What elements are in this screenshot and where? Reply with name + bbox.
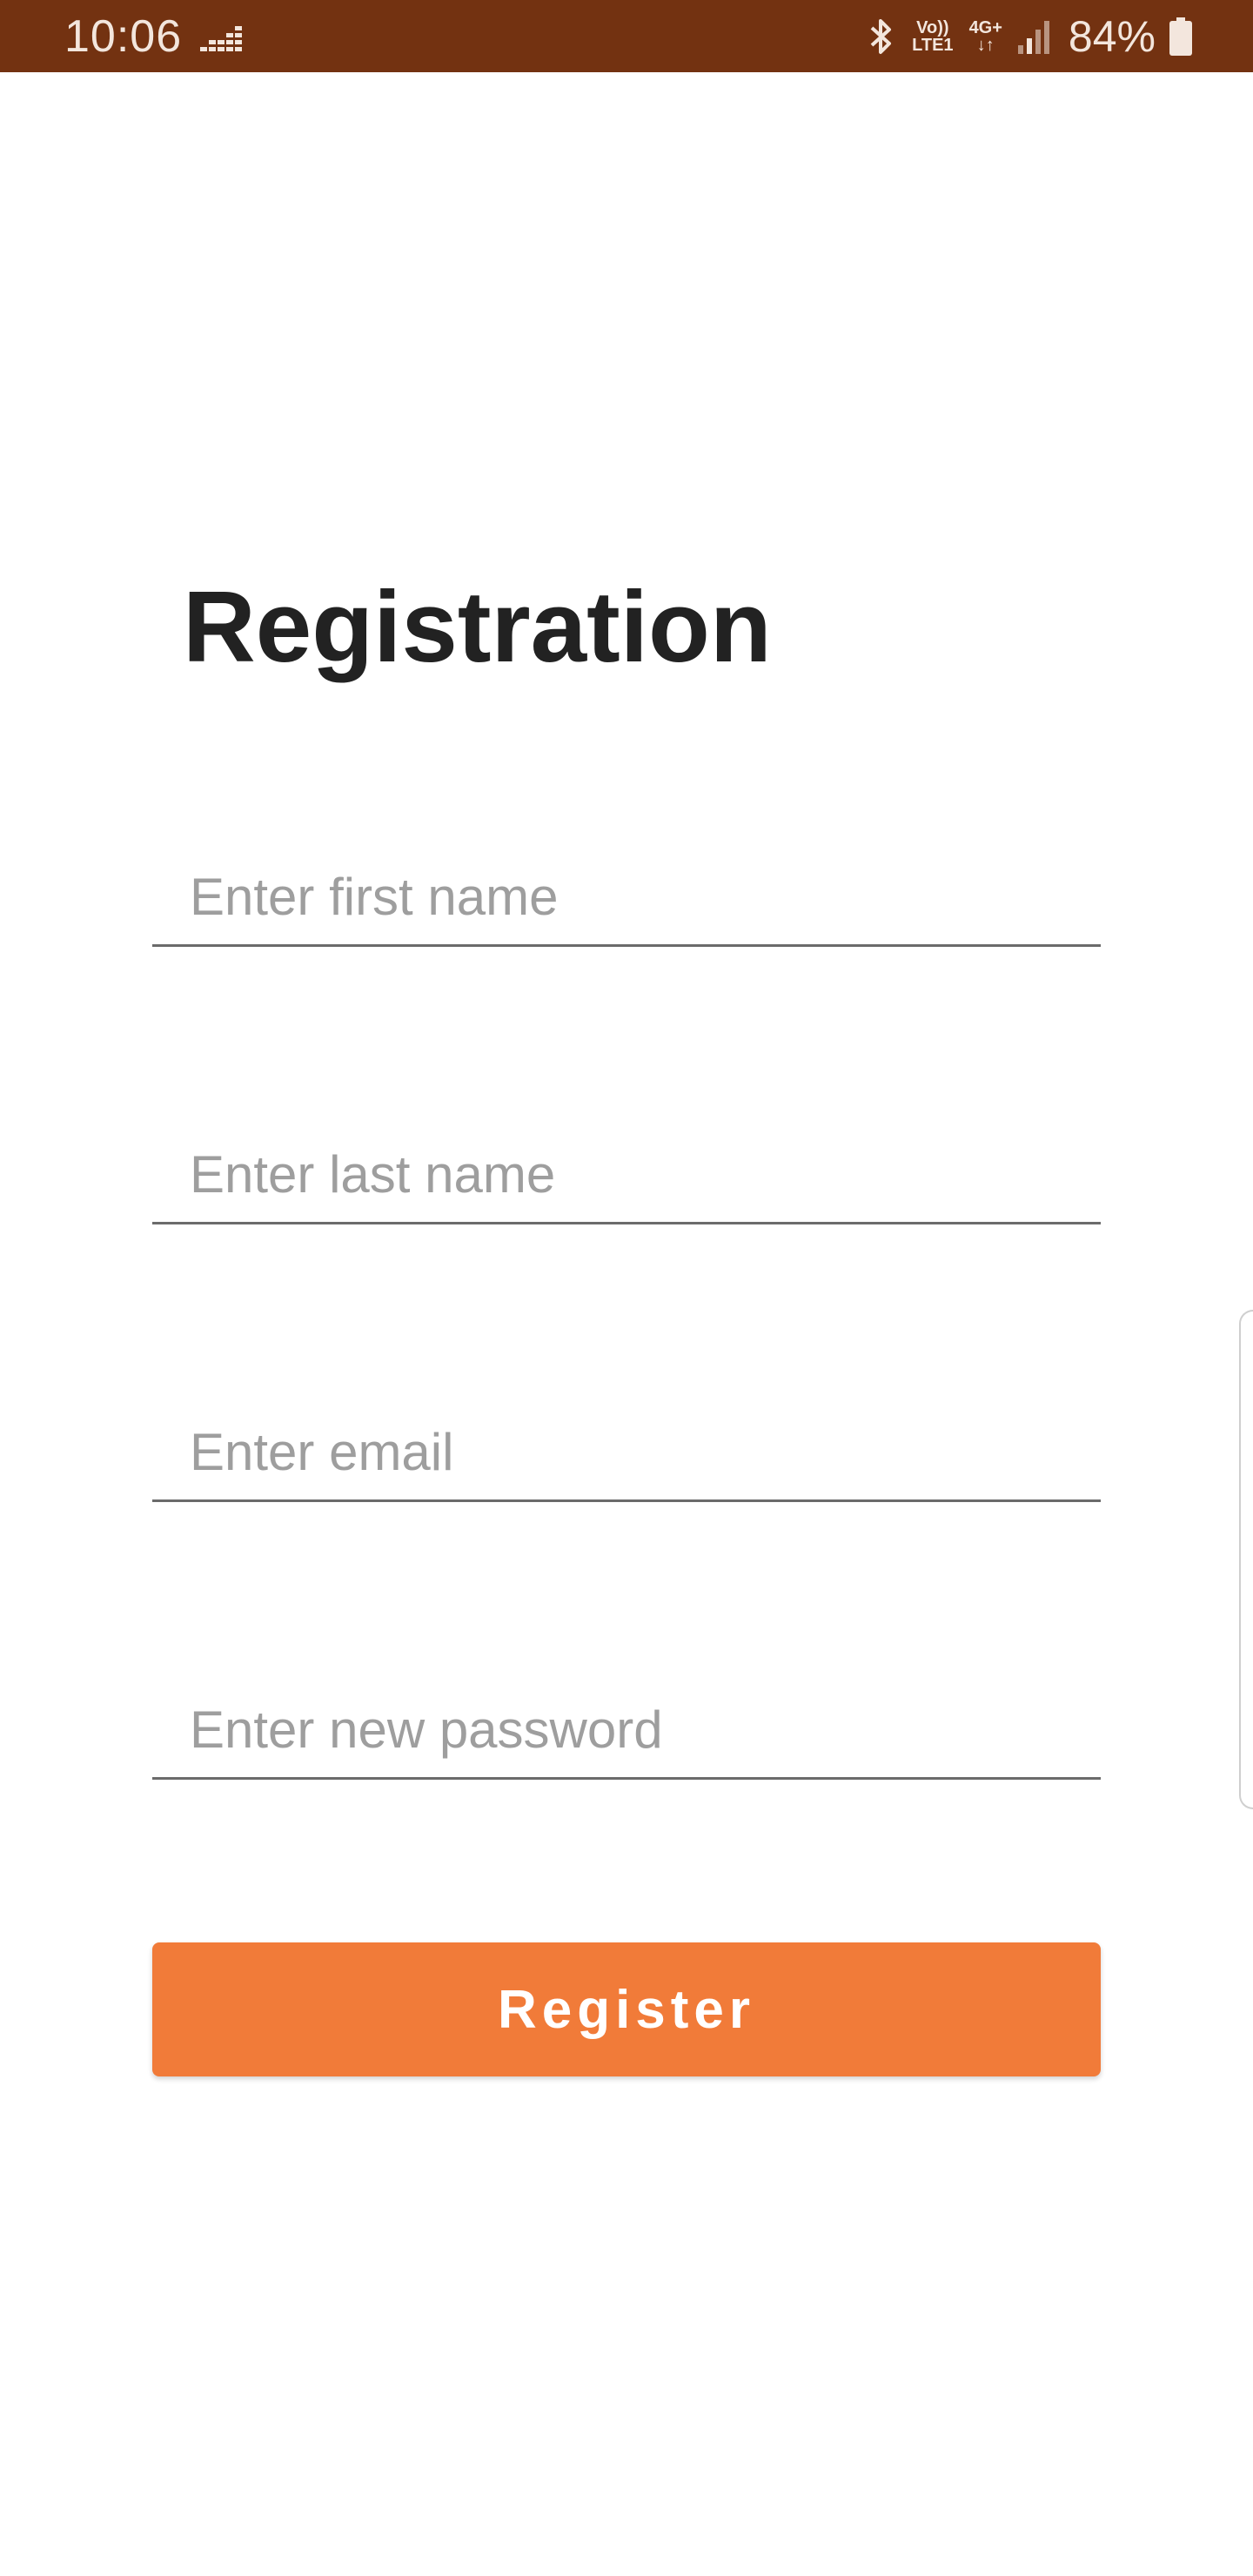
last-name-input[interactable] bbox=[152, 1140, 1101, 1210]
network-type-label: 4G+ bbox=[968, 18, 1002, 37]
edge-panel-handle[interactable] bbox=[1239, 1310, 1253, 1809]
signal-icon bbox=[1017, 21, 1049, 54]
volte-top-label: Vo)) bbox=[916, 18, 949, 37]
data-arrows-icon: 4G+ ↓↑ bbox=[969, 19, 1002, 54]
battery-icon bbox=[1169, 17, 1192, 56]
password-input[interactable] bbox=[152, 1695, 1101, 1765]
volte-bottom-label: LTE1 bbox=[912, 36, 954, 55]
status-icons: Vo)) LTE1 4G+ ↓↑ 84% bbox=[867, 10, 1192, 63]
page-title: Registration bbox=[183, 570, 772, 683]
volte-icon: Vo)) LTE1 bbox=[912, 19, 953, 54]
status-bar: 10:06 Vo)) LTE1 4G+ ↓↑ 84% bbox=[0, 0, 1253, 72]
status-time: 10:06 bbox=[64, 11, 183, 62]
first-name-field[interactable] bbox=[152, 814, 1101, 947]
data-arrows: ↓↑ bbox=[976, 36, 995, 55]
email-field[interactable] bbox=[152, 1369, 1101, 1502]
register-button[interactable]: Register bbox=[152, 1942, 1101, 2076]
bluetooth-icon bbox=[870, 19, 892, 54]
email-input[interactable] bbox=[152, 1418, 1101, 1487]
last-name-field[interactable] bbox=[152, 1091, 1101, 1224]
password-field[interactable] bbox=[152, 1647, 1101, 1780]
notification-bars-icon bbox=[200, 26, 242, 51]
battery-percent: 84% bbox=[1068, 12, 1156, 61]
first-name-input[interactable] bbox=[152, 862, 1101, 932]
